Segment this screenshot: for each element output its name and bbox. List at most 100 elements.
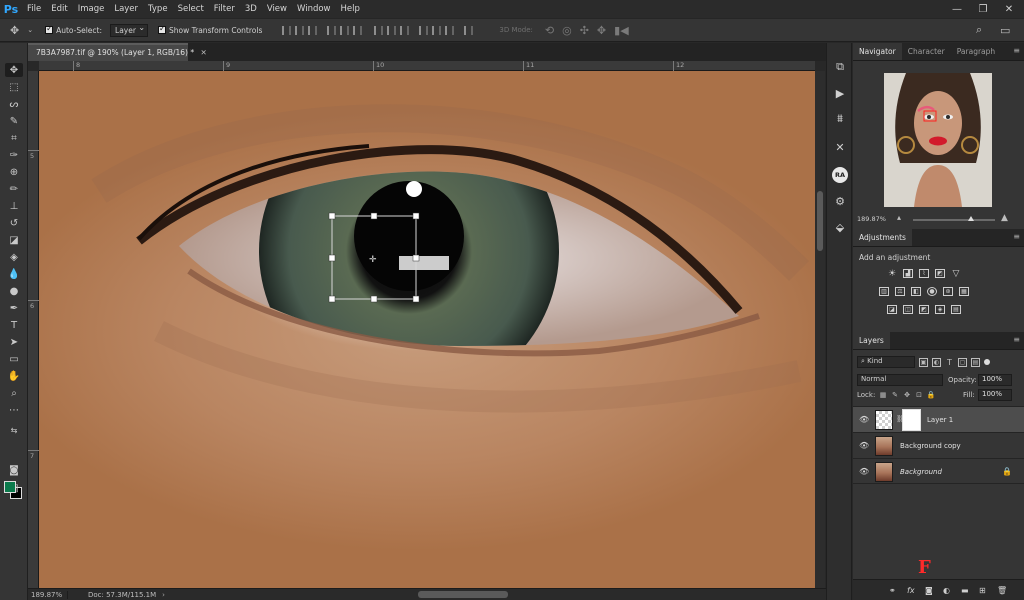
plugin-panel-icon[interactable]: ⬙ [831, 219, 849, 235]
3d-slide-icon[interactable]: ✥ [593, 24, 610, 37]
new-group-icon[interactable]: ▬ [961, 586, 969, 595]
eraser-tool-icon[interactable]: ◪ [5, 233, 23, 247]
healing-brush-tool-icon[interactable]: ⊕ [5, 165, 23, 179]
3d-scale-icon[interactable]: ▮◀ [610, 24, 633, 37]
navigator-zoom-field[interactable]: 189.87% [857, 215, 886, 223]
type-tool-icon[interactable]: T [5, 318, 23, 332]
filter-adjustment-icon[interactable]: ◐ [932, 357, 941, 367]
layer-row[interactable]: 👁 Background copy [853, 432, 1024, 458]
hand-tool-icon[interactable]: ✋ [5, 369, 23, 383]
zoom-out-icon[interactable]: ▴ [897, 213, 901, 222]
horizontal-scroll-thumb[interactable] [418, 591, 508, 598]
layer-name[interactable]: Background copy [900, 442, 961, 450]
search-icon[interactable]: ⌕ [972, 23, 986, 37]
menu-window[interactable]: Window [292, 0, 336, 18]
history-brush-tool-icon[interactable]: ↺ [5, 216, 23, 230]
channel-mixer-icon[interactable]: ⊛ [943, 287, 953, 296]
maximize-icon[interactable]: ❐ [970, 0, 996, 18]
brush-tool-icon[interactable]: ✏ [5, 182, 23, 196]
navigator-zoom-slider[interactable] [913, 216, 995, 221]
photo-filter-icon[interactable]: ● [927, 287, 937, 296]
move-tool-icon[interactable]: ✥ [5, 63, 23, 77]
tab-layers[interactable]: Layers [853, 332, 890, 349]
blend-mode-dropdown[interactable]: Normal [857, 374, 943, 386]
tab-paragraph[interactable]: Paragraph [951, 43, 1001, 60]
align-top-icon[interactable] [282, 25, 292, 35]
move-tool-icon[interactable]: ✥ [6, 24, 23, 37]
exposure-icon[interactable]: ◩ [935, 269, 945, 278]
quick-select-tool-icon[interactable]: ✎ [5, 114, 23, 128]
vibrance-icon[interactable]: ▽ [951, 269, 961, 279]
path-selection-tool-icon[interactable]: ➤ [5, 335, 23, 349]
filter-shape-icon[interactable]: ▢ [958, 357, 967, 367]
layer-mask-thumbnail[interactable] [902, 409, 921, 431]
panel-menu-icon[interactable]: ≡ [1013, 46, 1020, 55]
document-canvas[interactable]: ✛ [39, 71, 815, 588]
filter-smart-object-icon[interactable]: ▤ [971, 357, 980, 367]
tab-adjustments[interactable]: Adjustments [853, 229, 912, 246]
3d-drag-icon[interactable]: ✣ [576, 24, 593, 37]
blur-tool-icon[interactable]: 💧 [5, 267, 23, 281]
zoom-tool-icon[interactable]: ⌕ [5, 386, 23, 400]
brush-presets-icon[interactable]: ⩩ [831, 111, 849, 127]
show-transform-checkbox[interactable] [158, 24, 167, 34]
filter-pixel-icon[interactable]: ▣ [919, 357, 928, 367]
distribute-top-icon[interactable] [374, 25, 384, 35]
zoom-level-field[interactable]: 189.87% [28, 590, 68, 599]
distribute-vcenter-icon[interactable] [387, 25, 397, 35]
filter-type-icon[interactable]: T [945, 358, 954, 367]
distribute-bottom-icon[interactable] [400, 25, 410, 35]
posterize-icon[interactable]: ◫ [903, 305, 913, 314]
color-lookup-icon[interactable]: ▦ [959, 287, 969, 296]
lock-artboard-icon[interactable]: ⊡ [915, 390, 923, 399]
opacity-field[interactable]: 100% [978, 374, 1012, 386]
visibility-eye-icon[interactable]: 👁 [859, 415, 869, 424]
menu-3d[interactable]: 3D [240, 0, 262, 18]
close-tab-icon[interactable]: ✕ [201, 48, 207, 57]
curves-icon[interactable]: ⌇ [919, 269, 929, 278]
panel-menu-icon[interactable]: ≡ [1013, 232, 1020, 241]
layer-name[interactable]: Background [900, 468, 942, 476]
layer-row[interactable]: 👁 Background 🔒 [853, 458, 1024, 484]
auto-select-checkbox[interactable] [45, 24, 54, 34]
visibility-eye-icon[interactable]: 👁 [859, 467, 869, 476]
menu-edit[interactable]: Edit [46, 0, 72, 18]
layer-row[interactable]: 👁 ⛓ Layer 1 [853, 406, 1024, 432]
align-bottom-icon[interactable] [308, 25, 318, 35]
tool-preset-dropdown-icon[interactable]: ⌄ [23, 26, 37, 34]
lasso-tool-icon[interactable]: ᔕ [5, 97, 23, 111]
marquee-tool-icon[interactable]: ⬚ [5, 80, 23, 94]
distribute-hcenter-icon[interactable] [432, 25, 442, 35]
auto-align-icon[interactable] [464, 25, 474, 35]
gradient-map-icon[interactable]: ▤ [951, 305, 961, 314]
tab-navigator[interactable]: Navigator [853, 43, 902, 60]
lock-transparent-icon[interactable]: ▦ [879, 390, 887, 399]
gradient-tool-icon[interactable]: ◈ [5, 250, 23, 264]
navigator-preview[interactable] [884, 73, 992, 207]
align-left-icon[interactable] [327, 25, 337, 35]
lock-image-icon[interactable]: ✎ [891, 390, 899, 399]
zoom-in-icon[interactable]: ▲ [1001, 213, 1008, 223]
levels-icon[interactable]: ▟ [903, 269, 913, 278]
fill-field[interactable]: 100% [978, 389, 1012, 401]
hue-saturation-icon[interactable]: ▥ [879, 287, 889, 296]
tab-character[interactable]: Character [902, 43, 951, 60]
add-mask-icon[interactable]: ◙ [925, 586, 933, 595]
vertical-scrollbar[interactable] [815, 71, 825, 588]
close-icon[interactable]: ✕ [996, 0, 1022, 18]
visibility-eye-icon[interactable]: 👁 [859, 441, 869, 450]
properties-panel-icon[interactable]: ⚙ [831, 193, 849, 209]
workspace-icon[interactable]: ▭ [996, 24, 1014, 37]
menu-view[interactable]: View [262, 0, 292, 18]
vertical-ruler[interactable]: 5 6 7 [28, 71, 39, 588]
document-tab[interactable]: 7B3A7987.tif @ 190% (Layer 1, RGB/16) * … [28, 43, 207, 61]
status-menu-arrow-icon[interactable]: › [162, 591, 165, 599]
eyedropper-tool-icon[interactable]: ✑ [5, 148, 23, 162]
minimize-icon[interactable]: — [944, 0, 970, 18]
layer-thumbnail[interactable] [875, 462, 893, 482]
3d-orbit-icon[interactable]: ⟲ [541, 24, 558, 37]
black-white-icon[interactable]: ◧ [911, 287, 921, 296]
new-layer-icon[interactable]: ⊞ [979, 586, 986, 595]
color-balance-icon[interactable]: ⚖ [895, 287, 905, 296]
invert-icon[interactable]: ◪ [887, 305, 897, 314]
